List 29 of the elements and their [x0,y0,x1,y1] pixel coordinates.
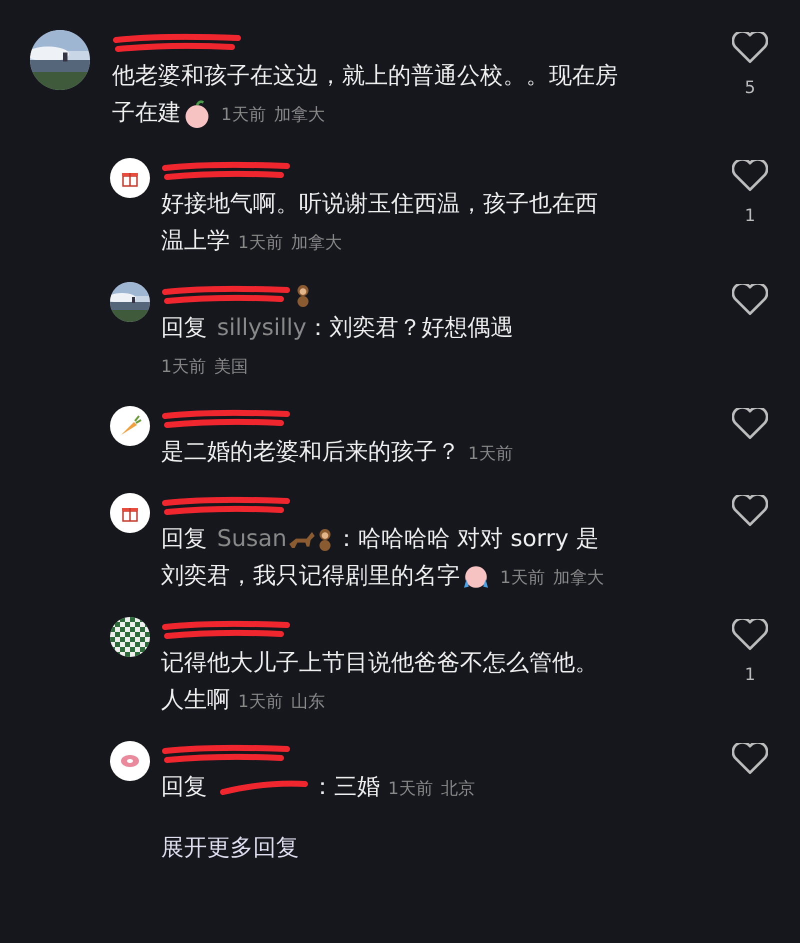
comment-text: 回复 sillysilly：刘奕君？好想偶遇 1天前 美国 [161,314,515,379]
like-count: 1 [744,206,756,226]
heart-icon[interactable] [732,408,768,440]
heart-icon[interactable] [732,284,768,316]
peach-icon [185,100,209,128]
like-count: 5 [744,78,756,98]
gift-avatar-icon [110,158,150,198]
heart-icon[interactable] [732,160,768,192]
carrot-avatar-icon [110,406,150,446]
mentioned-user[interactable]: sillysilly [217,315,307,341]
horse-icon [288,532,315,548]
comment-text: 是二婚的老婆和后来的孩子？ 1天前 [161,438,514,467]
comment-text: 回复 ：三婚 1天前 北京 [161,773,476,802]
donut-avatar-icon [110,741,150,781]
mentioned-user[interactable]: Susan [217,526,287,552]
heart-icon[interactable] [732,32,768,64]
expand-replies-link[interactable]: 展开更多回复 [161,835,299,861]
heart-icon[interactable] [732,743,768,775]
checker-avatar-icon [110,617,150,657]
heart-icon[interactable] [732,495,768,527]
like-count: 1 [744,665,756,685]
monkey-icon [318,528,331,551]
heart-icon[interactable] [732,619,768,651]
gift-avatar-icon [110,493,150,533]
monkey-icon [297,285,309,307]
comment-text: 记得他大儿子上节目说他爸爸不怎么管他。人生啊 1天前 山东 [161,649,599,715]
comment-text: 好接地气啊。听说谢玉住西温，孩子也在西温上学 1天前 加拿大 [161,190,599,256]
comment-text: 回复 Susan ：哈哈哈哈 对对 sorry 是刘奕君，我只记得剧里的名字 1天前 加拿大 [161,525,605,593]
comment-text: 他老婆和孩子在这边，就上的普通公校。。现在房子在建 1天前 加拿大 [112,62,619,130]
